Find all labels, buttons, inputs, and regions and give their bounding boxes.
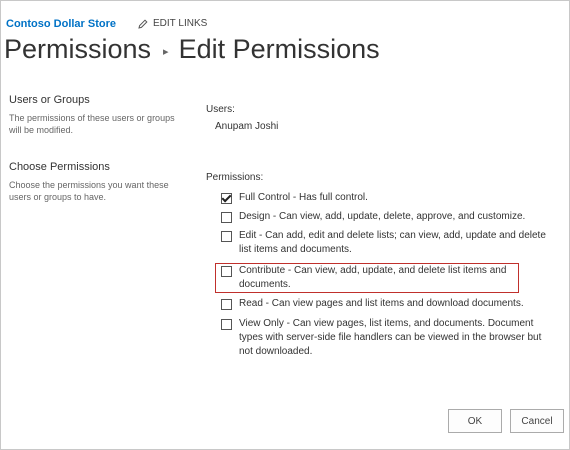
breadcrumb-parent-link[interactable]: Permissions xyxy=(4,34,151,65)
edit-links-button[interactable]: EDIT LINKS xyxy=(138,18,207,29)
edit-links-label: EDIT LINKS xyxy=(153,18,208,29)
permissions-section-description: Choose the permissions you want these us… xyxy=(9,180,169,202)
checkbox[interactable] xyxy=(221,299,232,310)
permission-label: Contribute - Can view, add, update, and … xyxy=(239,265,507,290)
checkbox[interactable] xyxy=(221,319,232,330)
checkbox[interactable] xyxy=(221,193,232,204)
permissions-label: Permissions: xyxy=(206,172,264,183)
ok-button[interactable]: OK xyxy=(448,409,502,433)
permission-full-control[interactable]: Full Control - Has full control. xyxy=(221,191,557,205)
permission-design[interactable]: Design - Can view, add, update, delete, … xyxy=(221,210,557,224)
permissions-section-title: Choose Permissions xyxy=(9,161,110,173)
site-title-link[interactable]: Contoso Dollar Store xyxy=(6,18,116,30)
permission-label: Edit - Can add, edit and delete lists; c… xyxy=(239,230,546,255)
users-section-description: The permissions of these users or groups… xyxy=(9,113,175,135)
cancel-button[interactable]: Cancel xyxy=(510,409,564,433)
page-title: Edit Permissions xyxy=(178,34,380,64)
permissions-label-wrap: Permissions: xyxy=(206,172,561,183)
permission-label: Design - Can view, add, update, delete, … xyxy=(239,211,526,222)
pencil-icon xyxy=(138,18,148,29)
users-label: Users: xyxy=(206,104,235,115)
user-entry: Anupam Joshi xyxy=(215,121,279,132)
permission-label: Read - Can view pages and list items and… xyxy=(239,298,524,309)
permission-edit[interactable]: Edit - Can add, edit and delete lists; c… xyxy=(221,229,557,257)
permission-label: Full Control - Has full control. xyxy=(239,192,368,203)
checkbox[interactable] xyxy=(221,231,232,242)
triangle-right-icon: ▸ xyxy=(163,46,169,58)
breadcrumb: Permissions ▸ Edit Permissions xyxy=(4,34,380,65)
users-section-title: Users or Groups xyxy=(9,94,90,106)
checkbox[interactable] xyxy=(221,212,232,223)
checkbox[interactable] xyxy=(221,266,232,277)
permission-label: View Only - Can view pages, list items, … xyxy=(239,318,542,357)
permission-contribute[interactable]: Contribute - Can view, add, update, and … xyxy=(221,264,557,292)
permissions-section-info: Choose Permissions Choose the permission… xyxy=(9,161,184,203)
users-field: Users: Anupam Joshi xyxy=(206,104,561,132)
permission-view-only[interactable]: View Only - Can view pages, list items, … xyxy=(221,317,557,359)
users-section-info: Users or Groups The permissions of these… xyxy=(9,94,184,136)
page-frame xyxy=(0,0,570,450)
permission-read[interactable]: Read - Can view pages and list items and… xyxy=(221,297,557,311)
